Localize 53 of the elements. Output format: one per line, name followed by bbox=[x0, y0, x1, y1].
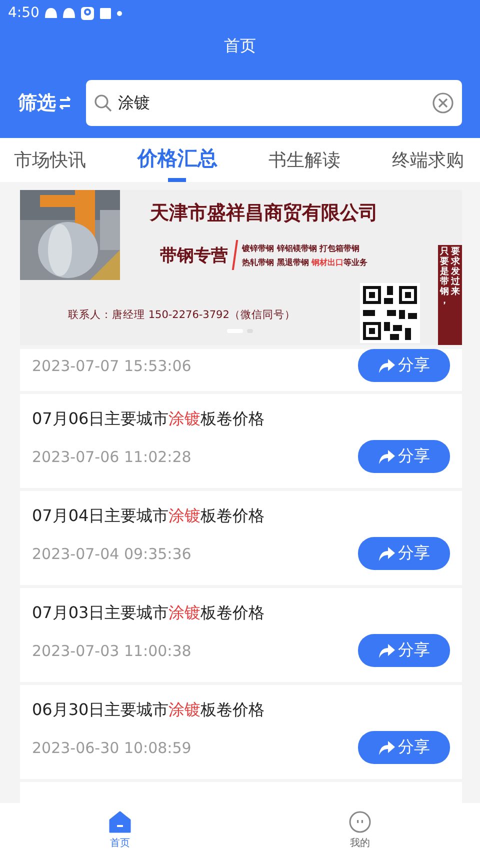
share-icon bbox=[378, 448, 396, 464]
share-button[interactable]: 分享 bbox=[358, 634, 450, 667]
ad-banner[interactable]: 天津市盛祥昌商贸有限公司 带钢专营 镀锌带钢 锌铝镁带钢 打包箱带钢 热轧带钢 黑退带钢 钢材出口等业务 联系人：唐经理 150-2276-3792（微信同号） 只要是带钢， 要求发过来 bbox=[20, 190, 462, 345]
home-icon bbox=[109, 811, 131, 833]
article-card[interactable]: 07月03日主要城市涂镀板卷价格 2023-07-03 11:00:38 分享 bbox=[20, 588, 462, 682]
tab[interactable]: 价格汇总 bbox=[133, 138, 222, 182]
bell-icon bbox=[45, 8, 58, 18]
nav-tab[interactable]: 首页 bbox=[90, 803, 150, 853]
nav-tab[interactable]: 我的 bbox=[330, 803, 390, 853]
article-time: 2023-07-06 11:02:28 bbox=[32, 448, 192, 466]
status-time: 4:50 bbox=[8, 5, 40, 21]
side-tag-text: 只要是带钢， bbox=[440, 248, 449, 308]
app-icon bbox=[81, 6, 94, 20]
article-card[interactable]: 2023-07-07 15:53:06 分享 bbox=[20, 349, 462, 391]
article-card[interactable]: 07月06日主要城市涂镀板卷价格 2023-07-06 11:02:28 分享 bbox=[20, 394, 462, 488]
app-icon bbox=[100, 8, 112, 18]
profile-icon bbox=[349, 811, 371, 833]
filter-button[interactable]: 筛选 bbox=[18, 90, 72, 116]
share-icon bbox=[378, 358, 396, 374]
qr-code-icon bbox=[360, 283, 420, 343]
contact-text: 联系人：唐经理 150-2276-3792（微信同号） bbox=[68, 308, 296, 322]
page-title: 首页 bbox=[223, 35, 257, 57]
share-icon bbox=[378, 642, 396, 658]
article-time: 2023-07-04 09:35:36 bbox=[32, 544, 192, 562]
tab[interactable]: 终端求购 bbox=[388, 138, 468, 182]
tab[interactable]: 书生解读 bbox=[264, 138, 345, 182]
company-name: 天津市盛祥昌商贸有限公司 bbox=[150, 201, 378, 226]
share-button[interactable]: 分享 bbox=[358, 349, 450, 382]
product-list: 镀锌带钢 锌铝镁带钢 打包箱带钢 bbox=[242, 242, 368, 254]
swap-icon bbox=[58, 96, 72, 110]
share-button[interactable]: 分享 bbox=[358, 440, 450, 473]
side-tag-text: 要求发过来 bbox=[451, 248, 460, 298]
search-field[interactable]: 涂镀 bbox=[86, 80, 462, 126]
article-title: 07月04日主要城市涂镀板卷价格 bbox=[32, 506, 266, 527]
bell-icon bbox=[63, 8, 76, 18]
search-icon bbox=[94, 94, 112, 112]
article-card[interactable]: 07月04日主要城市涂镀板卷价格 2023-07-04 09:35:36 分享 bbox=[20, 491, 462, 585]
slogan: 带钢专营 bbox=[160, 244, 228, 266]
product-list: 热轧带钢 黑退带钢 钢材出口等业务 bbox=[242, 256, 368, 268]
share-button[interactable]: 分享 bbox=[358, 537, 450, 570]
share-icon bbox=[378, 740, 396, 756]
clear-icon[interactable] bbox=[432, 92, 454, 114]
article-card[interactable]: 06月30日主要城市涂镀板卷价格 2023-06-30 10:08:59 分享 bbox=[20, 685, 462, 779]
article-title: 06月30日主要城市涂镀板卷价格 bbox=[32, 700, 266, 721]
article-time: 2023-07-07 15:53:06 bbox=[32, 356, 192, 374]
tab[interactable]: 市场快讯 bbox=[10, 138, 90, 182]
article-time: 2023-07-03 11:00:38 bbox=[32, 642, 192, 660]
dot-icon bbox=[117, 10, 122, 16]
article-title: 07月06日主要城市涂镀板卷价格 bbox=[32, 409, 266, 430]
article-time: 2023-06-30 10:08:59 bbox=[32, 738, 192, 756]
share-button[interactable]: 分享 bbox=[358, 731, 450, 764]
article-title: 07月03日主要城市涂镀板卷价格 bbox=[32, 603, 266, 624]
share-icon bbox=[378, 546, 396, 562]
